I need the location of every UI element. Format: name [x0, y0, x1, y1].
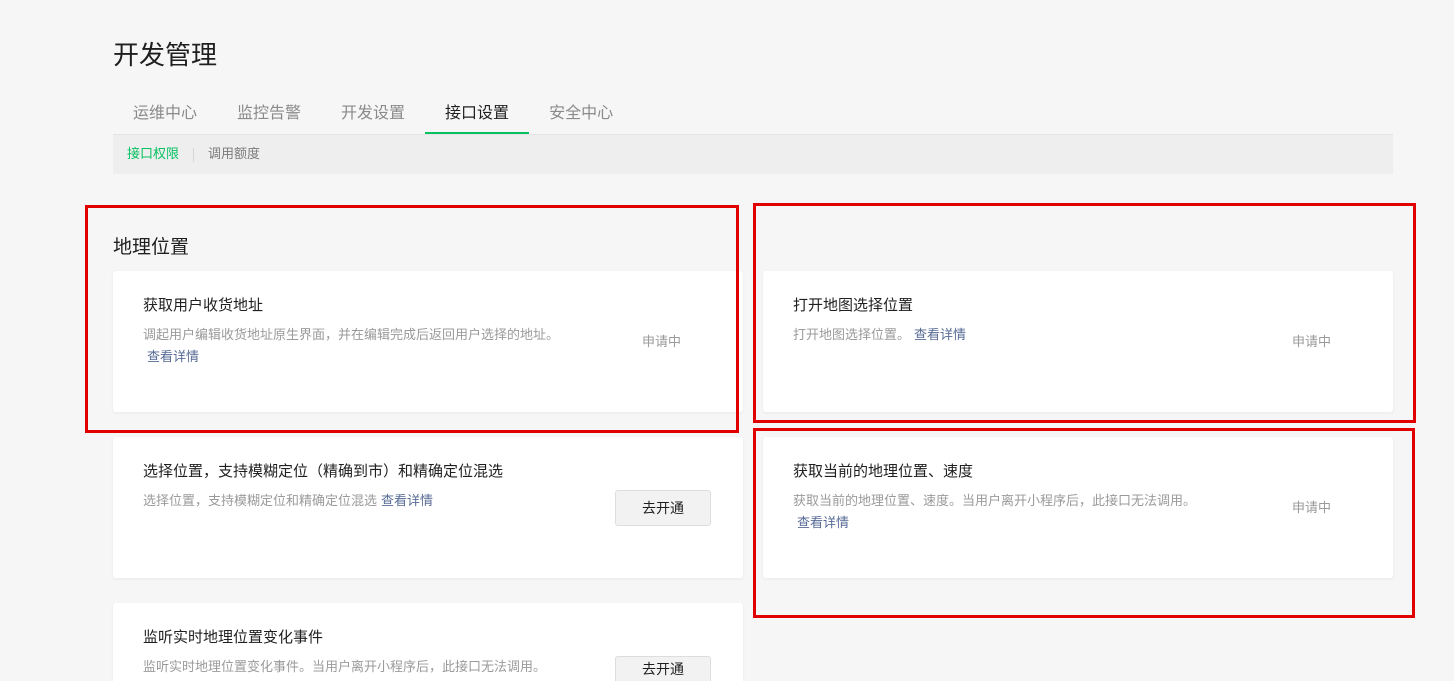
- tab-ops-center[interactable]: 运维中心: [113, 93, 217, 134]
- api-card-description: 监听实时地理位置变化事件。当用户离开小程序后，此接口无法调用。: [143, 657, 583, 681]
- api-card-shipping-address: 获取用户收货地址 调起用户编辑收货地址原生界面，并在编辑完成后返回用户选择的地址…: [113, 271, 743, 412]
- view-details-link[interactable]: 查看详情: [797, 516, 849, 531]
- tab-security-center[interactable]: 安全中心: [529, 93, 633, 134]
- view-details-link[interactable]: 查看详情: [914, 328, 966, 343]
- status-badge: 申请中: [1292, 335, 1332, 350]
- api-card-description-text: 监听实时地理位置变化事件。当用户离开小程序后，此接口无法调用。: [143, 660, 547, 675]
- api-card-description-text: 调起用户编辑收货地址原生界面，并在编辑完成后返回用户选择的地址。: [143, 328, 560, 343]
- view-details-link[interactable]: 查看详情: [147, 350, 199, 365]
- api-card-location-change: 监听实时地理位置变化事件 监听实时地理位置变化事件。当用户离开小程序后，此接口无…: [113, 603, 743, 681]
- api-card-title: 选择位置，支持模糊定位（精确到市）和精确定位混选: [143, 462, 504, 480]
- api-card-get-location: 获取当前的地理位置、速度 获取当前的地理位置、速度。当用户离开小程序后，此接口无…: [763, 437, 1393, 578]
- api-card-description: 打开地图选择位置。 查看详情: [793, 325, 1263, 347]
- tab-api-settings[interactable]: 接口设置: [425, 93, 530, 134]
- api-card-title: 打开地图选择位置: [793, 296, 914, 314]
- api-card-choose-location: 选择位置，支持模糊定位（精确到市）和精确定位混选 选择位置，支持模糊定位和精确定…: [113, 437, 743, 578]
- api-card-title: 监听实时地理位置变化事件: [143, 628, 324, 646]
- page-title: 开发管理: [113, 41, 218, 71]
- subnav-call-quota[interactable]: 调用额度: [194, 147, 274, 162]
- enable-button[interactable]: 去开通: [615, 656, 711, 681]
- api-card-description: 调起用户编辑收货地址原生界面，并在编辑完成后返回用户选择的地址。查看详情: [143, 325, 575, 369]
- api-card-description-text: 获取当前的地理位置、速度。当用户离开小程序后，此接口无法调用。: [793, 494, 1197, 509]
- tab-monitoring-alerts[interactable]: 监控告警: [217, 93, 321, 134]
- api-card-description: 获取当前的地理位置、速度。当用户离开小程序后，此接口无法调用。查看详情: [793, 491, 1225, 535]
- api-card-open-map: 打开地图选择位置 打开地图选择位置。 查看详情 申请中: [763, 271, 1393, 412]
- sub-navigation: 接口权限 调用额度: [113, 135, 1393, 174]
- subnav-api-permissions[interactable]: 接口权限: [113, 147, 193, 162]
- enable-button[interactable]: 去开通: [615, 490, 711, 526]
- status-badge: 申请中: [1292, 501, 1332, 516]
- status-badge: 申请中: [642, 335, 682, 350]
- section-title: 地理位置: [113, 236, 190, 258]
- api-card-description: 选择位置，支持模糊定位和精确定位混选 查看详情: [143, 491, 583, 513]
- api-card-description-text: 打开地图选择位置。: [793, 328, 911, 343]
- api-card-title: 获取当前的地理位置、速度: [793, 462, 974, 480]
- api-card-description-text: 选择位置，支持模糊定位和精确定位混选: [143, 494, 378, 509]
- main-tabs: 运维中心 监控告警 开发设置 接口设置 安全中心: [113, 93, 1393, 135]
- api-card-title: 获取用户收货地址: [143, 296, 264, 314]
- tab-dev-settings[interactable]: 开发设置: [321, 93, 425, 134]
- view-details-link[interactable]: 查看详情: [381, 494, 433, 509]
